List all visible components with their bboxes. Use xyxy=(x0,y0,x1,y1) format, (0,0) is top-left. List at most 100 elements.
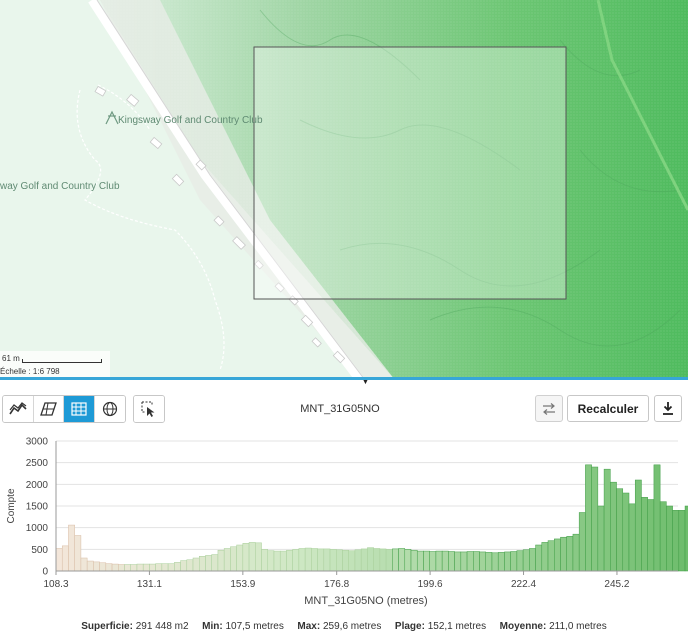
select-pointer-icon xyxy=(141,401,155,417)
histogram-bar xyxy=(211,554,219,572)
histogram-bar xyxy=(180,560,188,572)
histogram-bar xyxy=(68,524,75,572)
histogram-bar xyxy=(223,548,231,572)
surface-tool-button[interactable] xyxy=(33,396,64,422)
histogram-bar xyxy=(217,549,225,572)
histogram-bar xyxy=(317,548,325,572)
histogram-bar xyxy=(678,510,686,572)
golf-club-label-secondary: way Golf and Country Club xyxy=(0,181,120,192)
y-axis-label: Compte xyxy=(6,488,17,523)
scale-line xyxy=(22,359,102,363)
histogram-bar xyxy=(560,536,567,572)
histogram-bar xyxy=(279,550,287,572)
histogram-bar xyxy=(248,542,256,572)
histogram-bar xyxy=(136,563,144,572)
histogram-bar xyxy=(404,549,412,572)
y-tick-label: 3000 xyxy=(26,437,49,448)
swap-button[interactable] xyxy=(535,395,563,422)
histogram-bar xyxy=(535,544,543,572)
histogram-bar xyxy=(267,550,275,572)
histogram-bar xyxy=(348,550,356,572)
y-tick-label: 1500 xyxy=(26,502,49,513)
histogram-bar xyxy=(323,548,331,572)
download-icon xyxy=(663,402,673,415)
y-tick-label: 1000 xyxy=(26,523,49,534)
histogram-bar xyxy=(255,542,262,572)
download-button[interactable] xyxy=(654,395,682,422)
histogram-bar xyxy=(628,503,636,572)
map-view[interactable]: Kingsway Golf and Country Club way Golf … xyxy=(0,0,688,380)
histogram-bar xyxy=(336,549,343,572)
histogram-bar xyxy=(547,540,555,572)
histogram-bar xyxy=(105,563,113,572)
histogram-bar xyxy=(385,549,393,572)
histogram-bar xyxy=(186,559,194,572)
histogram-bar xyxy=(398,548,406,572)
histogram-bar xyxy=(466,551,474,572)
histogram-bar xyxy=(541,542,549,572)
range-label: Plage: xyxy=(394,621,425,632)
histogram-bar xyxy=(155,563,163,572)
mean-value: 211,0 metres xyxy=(549,621,607,632)
x-tick-label: 153.9 xyxy=(230,579,255,590)
histogram-bar xyxy=(261,549,269,572)
max-value: 259,6 metres xyxy=(322,621,382,632)
histogram-bar xyxy=(392,548,399,572)
profile-tool-button[interactable] xyxy=(3,396,34,422)
x-tick-label: 108.3 xyxy=(43,579,68,590)
histogram-bar xyxy=(510,551,518,572)
collapse-arrow-icon[interactable]: ▼ xyxy=(362,379,369,386)
histogram-bar xyxy=(504,551,511,572)
histogram-bar xyxy=(74,535,82,572)
histogram-bar xyxy=(516,550,524,572)
surface-unit: m2 xyxy=(174,621,189,632)
histogram-bar xyxy=(236,544,244,572)
histogram-bar xyxy=(174,562,181,572)
recalculate-button[interactable]: Recalculer xyxy=(567,395,649,422)
histogram-bar xyxy=(597,505,605,572)
histogram-bar xyxy=(429,551,437,572)
app-root: Kingsway Golf and Country Club way Golf … xyxy=(0,0,688,639)
histogram-bar xyxy=(230,546,237,572)
histogram-bar xyxy=(198,556,206,572)
histogram-bar xyxy=(491,552,499,572)
histogram-bar xyxy=(192,557,200,572)
histogram-bar xyxy=(666,505,673,572)
grid-icon xyxy=(71,402,87,416)
histogram-bar xyxy=(111,563,119,572)
globe-tool-button[interactable] xyxy=(94,396,125,422)
histogram-bar xyxy=(441,550,449,572)
histogram-bar xyxy=(130,564,138,572)
histogram-bar xyxy=(653,464,661,572)
chart-bars xyxy=(55,464,688,572)
surface-value: 291 448 xyxy=(135,621,172,632)
profile-icon xyxy=(9,402,27,415)
x-tick-label: 199.6 xyxy=(418,579,443,590)
grid-tool-button[interactable] xyxy=(64,396,95,422)
histogram-bar xyxy=(354,549,362,572)
histogram-bar xyxy=(61,545,69,572)
histogram-bar xyxy=(142,563,150,572)
histogram-bar xyxy=(205,555,212,572)
histogram-bar xyxy=(167,563,175,572)
histogram-bar xyxy=(273,550,281,572)
histogram-bar xyxy=(435,550,443,572)
histogram-bar xyxy=(55,548,63,572)
select-area-button[interactable] xyxy=(134,396,164,422)
histogram-bar xyxy=(616,488,624,572)
histogram-bar xyxy=(93,561,100,572)
histogram-bar xyxy=(298,548,306,572)
swap-icon xyxy=(543,402,555,415)
selection-rectangle[interactable] xyxy=(253,46,567,300)
panel-divider[interactable] xyxy=(0,377,688,380)
histogram-bar xyxy=(118,564,125,572)
histogram-bar xyxy=(242,543,250,572)
select-tool-group xyxy=(133,395,165,423)
histogram-bar xyxy=(622,492,630,572)
histogram-bar xyxy=(659,501,667,572)
surface-icon xyxy=(40,402,58,416)
histogram-bar xyxy=(566,536,574,572)
x-tick-label: 176.8 xyxy=(324,579,349,590)
histogram-bar xyxy=(161,563,169,572)
layer-name: MNT_31G05NO xyxy=(300,403,380,415)
